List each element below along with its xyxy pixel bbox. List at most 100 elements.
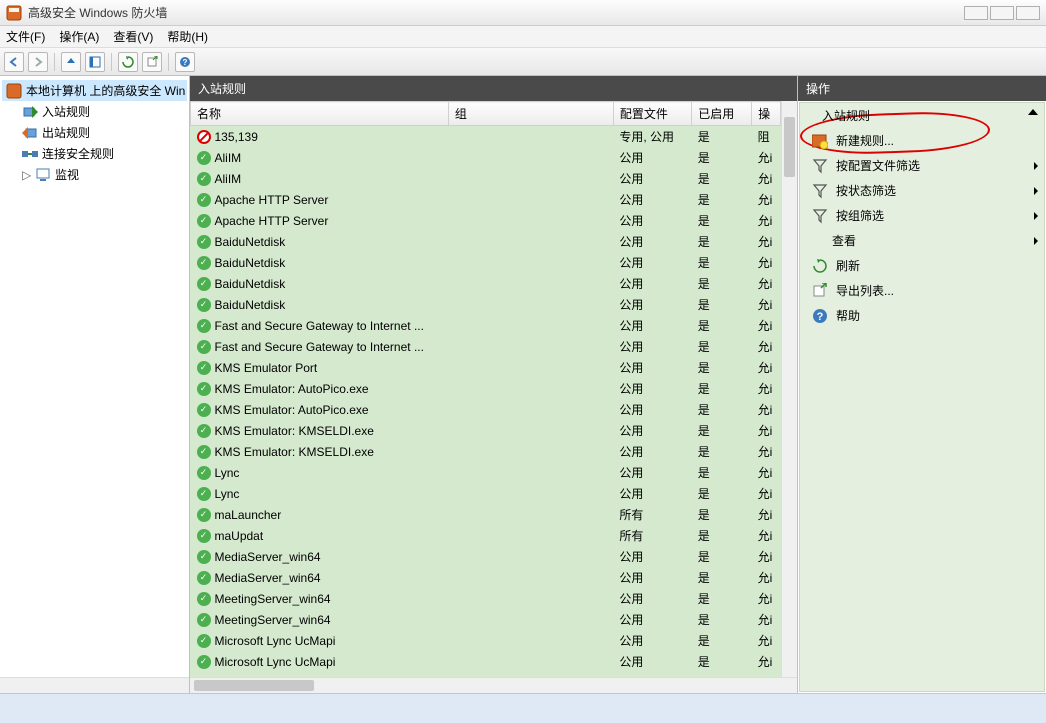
cell-enabled: 是 <box>692 231 752 252</box>
actions-group-title[interactable]: 入站规则 <box>800 103 1044 128</box>
maximize-button[interactable] <box>990 6 1014 20</box>
table-row[interactable]: ✓BaiduNetdisk公用是允i <box>191 231 781 252</box>
table-row[interactable]: ✓Lync公用是允i <box>191 483 781 504</box>
cell-action: 允i <box>752 189 781 210</box>
table-row[interactable]: ✓KMS Emulator Port公用是允i <box>191 357 781 378</box>
menu-view[interactable]: 查看(V) <box>113 28 153 45</box>
tree-outbound[interactable]: 出站规则 <box>2 122 187 143</box>
cell-action: 允i <box>752 273 781 294</box>
close-button[interactable] <box>1016 6 1040 20</box>
menu-action[interactable]: 操作(A) <box>59 28 99 45</box>
action-refresh[interactable]: 刷新 <box>800 253 1044 278</box>
table-row[interactable]: ✓Apache HTTP Server公用是允i <box>191 210 781 231</box>
rule-name: MeetingServer_win64 <box>215 613 331 627</box>
menu-help[interactable]: 帮助(H) <box>167 28 208 45</box>
table-row[interactable]: 135,139专用, 公用是阻 <box>191 126 781 148</box>
cell-group <box>448 462 613 483</box>
cell-enabled: 是 <box>692 420 752 441</box>
action-filter-group[interactable]: 按组筛选 <box>800 203 1044 228</box>
rule-name: KMS Emulator: AutoPico.exe <box>215 403 369 417</box>
rule-name: BaiduNetdisk <box>215 235 286 249</box>
forward-button[interactable] <box>28 52 48 72</box>
show-hide-tree-button[interactable] <box>85 52 105 72</box>
allow-icon: ✓ <box>197 655 211 669</box>
table-row[interactable]: ✓Fast and Secure Gateway to Internet ...… <box>191 315 781 336</box>
rule-name: KMS Emulator: KMSELDI.exe <box>215 424 374 438</box>
minimize-button[interactable] <box>964 6 988 20</box>
cell-group <box>448 210 613 231</box>
cell-profile: 公用 <box>613 483 691 504</box>
col-enabled[interactable]: 已启用 <box>692 102 752 126</box>
cell-profile: 公用 <box>613 210 691 231</box>
action-new-rule[interactable]: 新建规则... <box>800 128 1044 153</box>
action-filter-profile[interactable]: 按配置文件筛选 <box>800 153 1044 178</box>
action-export[interactable]: 导出列表... <box>800 278 1044 303</box>
table-row[interactable]: ✓BaiduNetdisk公用是允i <box>191 273 781 294</box>
table-row[interactable]: ✓KMS Emulator: KMSELDI.exe公用是允i <box>191 420 781 441</box>
rule-name: MediaServer_win64 <box>215 550 321 564</box>
cell-profile: 公用 <box>613 147 691 168</box>
cell-enabled: 是 <box>692 357 752 378</box>
action-filter-state[interactable]: 按状态筛选 <box>800 178 1044 203</box>
table-row[interactable]: ✓Fast and Secure Gateway to Internet ...… <box>191 336 781 357</box>
cell-enabled: 是 <box>692 315 752 336</box>
cell-action: 允i <box>752 630 781 651</box>
table-row[interactable]: ✓KMS Emulator: KMSELDI.exe公用是允i <box>191 441 781 462</box>
cell-group <box>448 168 613 189</box>
help-button[interactable]: ? <box>175 52 195 72</box>
refresh-button[interactable] <box>118 52 138 72</box>
table-row[interactable]: ✓AliIM公用是允i <box>191 147 781 168</box>
cell-group <box>448 441 613 462</box>
cell-enabled: 是 <box>692 399 752 420</box>
tree-scrollbar-x[interactable] <box>0 677 189 693</box>
table-row[interactable]: ✓maLauncher所有是允i <box>191 504 781 525</box>
table-row[interactable]: ✓MeetingServer_win64公用是允i <box>191 609 781 630</box>
cell-group <box>448 504 613 525</box>
col-profile[interactable]: 配置文件 <box>613 102 691 126</box>
navigation-tree-pane: 本地计算机 上的高级安全 Win 入站规则 出站规则 连接安全规则 ▷ 监视 <box>0 76 190 693</box>
table-row[interactable]: ✓BaiduNetdisk公用是允i <box>191 294 781 315</box>
tree-monitor[interactable]: ▷ 监视 <box>2 164 187 185</box>
cell-profile: 公用 <box>613 189 691 210</box>
allow-icon: ✓ <box>197 298 211 312</box>
table-row[interactable]: ✓AliIM公用是允i <box>191 168 781 189</box>
expand-icon[interactable]: ▷ <box>22 168 31 182</box>
table-row[interactable]: ✓KMS Emulator: AutoPico.exe公用是允i <box>191 378 781 399</box>
export-button[interactable] <box>142 52 162 72</box>
up-button[interactable] <box>61 52 81 72</box>
rules-scrollbar-y[interactable] <box>781 101 797 677</box>
cell-enabled: 是 <box>692 609 752 630</box>
cell-enabled: 是 <box>692 483 752 504</box>
table-row[interactable]: ✓KMS Emulator: AutoPico.exe公用是允i <box>191 399 781 420</box>
rules-scrollbar-x[interactable] <box>190 677 797 693</box>
table-row[interactable]: ✓Microsoft Lync UcMapi公用是允i <box>191 651 781 672</box>
col-group[interactable]: 组 <box>448 102 613 126</box>
cell-profile: 公用 <box>613 168 691 189</box>
table-row[interactable]: ✓Lync公用是允i <box>191 462 781 483</box>
rules-header: 入站规则 <box>190 76 797 101</box>
table-row[interactable]: ✓MeetingServer_win64公用是允i <box>191 588 781 609</box>
menu-file[interactable]: 文件(F) <box>6 28 45 45</box>
tree-root[interactable]: 本地计算机 上的高级安全 Win <box>2 80 187 101</box>
tree-inbound[interactable]: 入站规则 <box>2 101 187 122</box>
cell-group <box>448 189 613 210</box>
back-button[interactable] <box>4 52 24 72</box>
actions-header: 操作 <box>798 76 1046 101</box>
cell-profile: 公用 <box>613 273 691 294</box>
table-row[interactable]: ✓BaiduNetdisk公用是允i <box>191 252 781 273</box>
table-row[interactable]: ✓MediaServer_win64公用是允i <box>191 567 781 588</box>
table-row[interactable]: ✓Microsoft Lync UcMapi公用是允i <box>191 630 781 651</box>
cell-enabled: 是 <box>692 294 752 315</box>
col-name[interactable]: 名称 <box>191 102 449 126</box>
table-row[interactable]: ✓maUpdat所有是允i <box>191 525 781 546</box>
action-view[interactable]: 查看 <box>800 228 1044 253</box>
allow-icon: ✓ <box>197 592 211 606</box>
tree-connsec[interactable]: 连接安全规则 <box>2 143 187 164</box>
action-help[interactable]: ? 帮助 <box>800 303 1044 328</box>
cell-profile: 所有 <box>613 504 691 525</box>
col-action[interactable]: 操 <box>752 102 781 126</box>
table-row[interactable]: ✓MediaServer_win64公用是允i <box>191 546 781 567</box>
export-icon <box>812 283 828 299</box>
table-row[interactable]: ✓Apache HTTP Server公用是允i <box>191 189 781 210</box>
allow-icon: ✓ <box>197 529 211 543</box>
